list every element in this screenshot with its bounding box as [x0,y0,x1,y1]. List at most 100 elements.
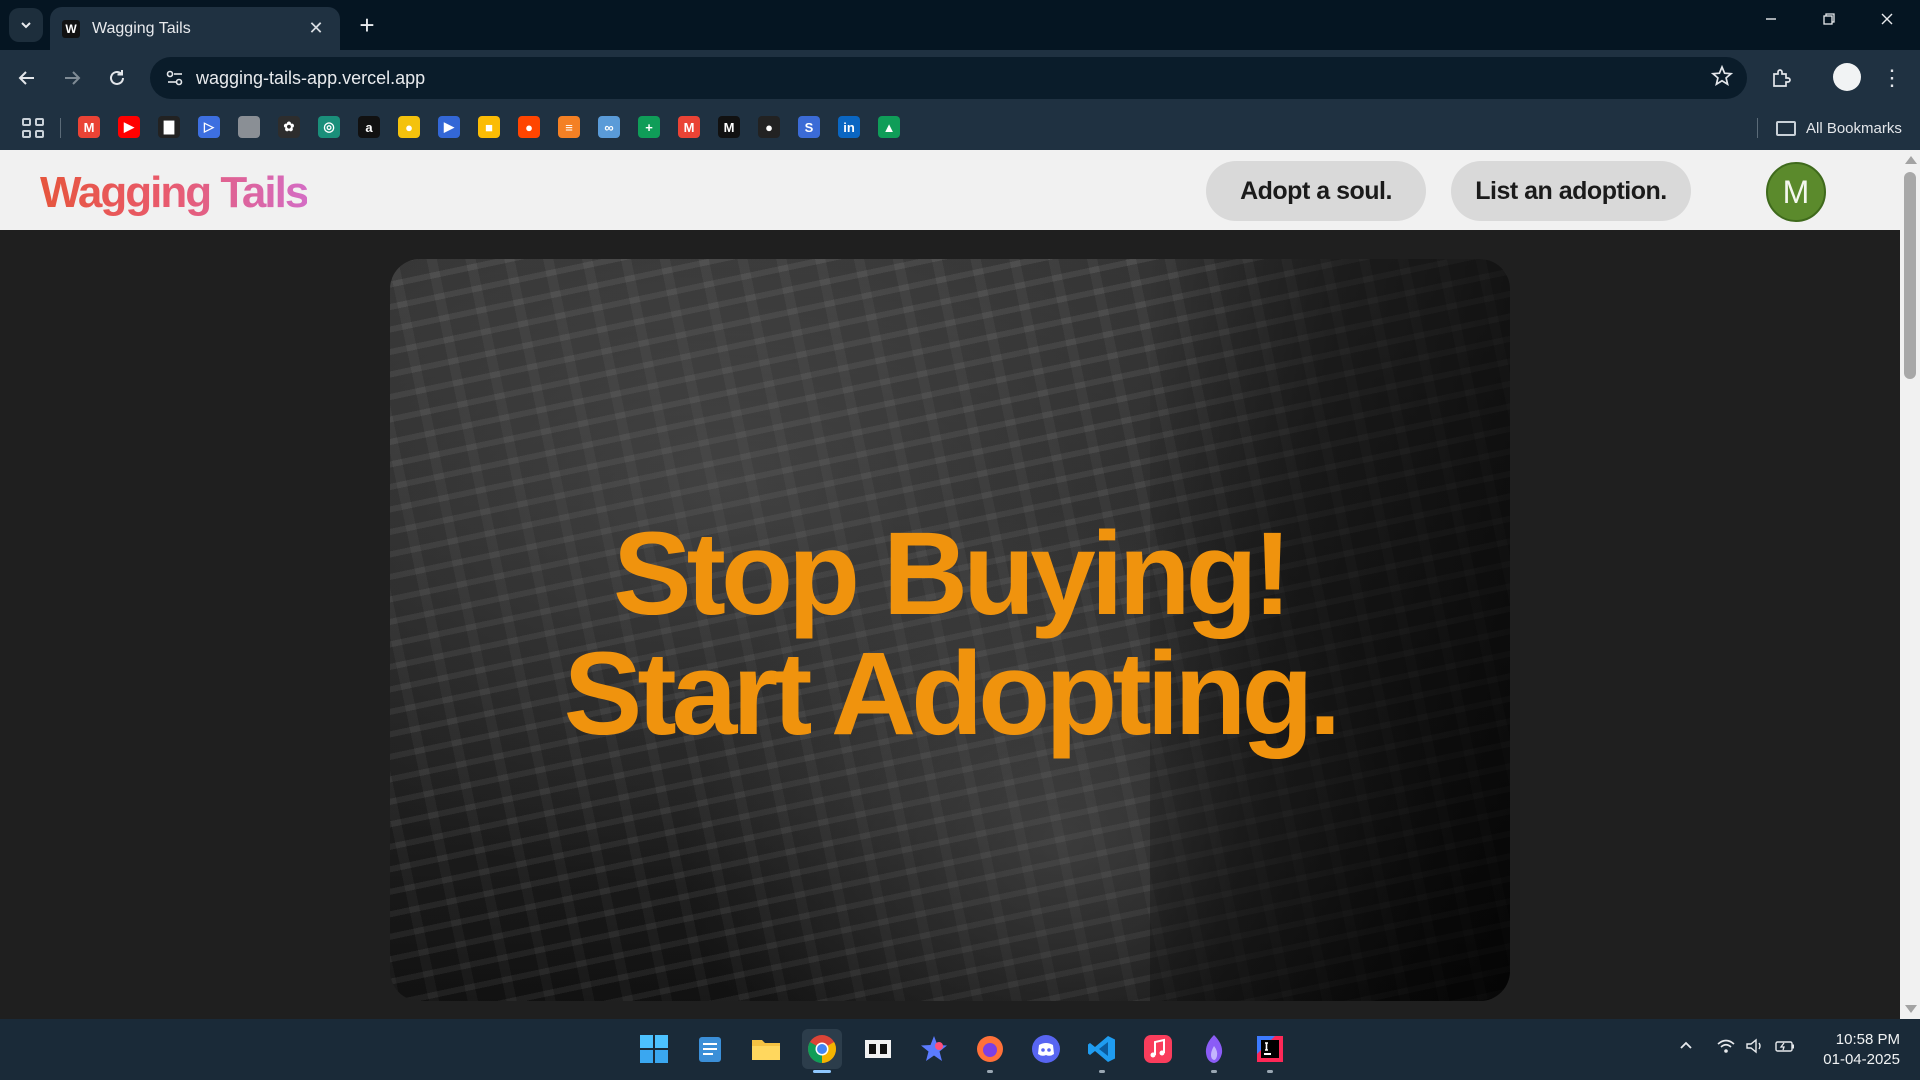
running-indicator [1267,1070,1273,1073]
site-info-icon[interactable] [160,63,190,93]
bookmark-app-4-icon[interactable]: ▷ [198,116,220,138]
restore-icon [1823,13,1835,25]
arrow-right-icon [65,71,81,85]
clock-date: 01-04-2025 [1823,1051,1900,1068]
hero-banner: Stop Buying! Start Adopting. [390,259,1510,1001]
bookmark-reddit-icon[interactable]: ● [518,116,540,138]
bookmark-linkedin-icon[interactable]: in [838,116,860,138]
site-header: Wagging Tails Adopt a soul. List an adop… [0,150,1900,230]
star-taskbar-app[interactable] [914,1029,954,1069]
apps-grid-icon[interactable] [20,116,44,140]
bookmark-app-14-icon[interactable]: ∞ [598,116,620,138]
intellij-icon [1257,1036,1283,1062]
all-bookmarks-button[interactable]: All Bookmarks [1776,115,1902,141]
music-taskbar-app[interactable] [1138,1029,1178,1069]
browser-toolbar: wagging-tails-app.vercel.app ⋮ [0,50,1920,106]
browser-tab[interactable]: W Wagging Tails ✕ [50,7,340,50]
running-indicator [1099,1070,1105,1073]
discord-icon [1032,1035,1060,1063]
star-app-icon [921,1036,947,1061]
bookmark-app-7-icon[interactable]: ◎ [318,116,340,138]
reload-button[interactable] [101,62,133,94]
bookmark-app-13-icon[interactable]: ≡ [558,116,580,138]
kebab-menu-icon[interactable]: ⋮ [1880,62,1904,94]
bookmark-star-icon[interactable] [1710,64,1734,93]
page-scrollbar[interactable] [1900,150,1920,1019]
dl-taskbar-app[interactable] [858,1029,898,1069]
folder-icon [752,1040,780,1060]
close-icon[interactable]: ✕ [304,18,328,39]
chrome-icon [808,1035,836,1063]
back-button[interactable] [11,62,43,94]
address-bar[interactable]: wagging-tails-app.vercel.app [150,57,1747,99]
bookmark-github-icon[interactable]: ● [758,116,780,138]
scroll-thumb[interactable] [1904,172,1916,379]
bookmark-app-11-icon[interactable]: ■ [478,116,500,138]
notepad-icon [699,1037,721,1062]
notepad-taskbar-app[interactable] [690,1029,730,1069]
tab-favicon-icon: W [62,19,80,38]
intellij-taskbar-app[interactable] [1250,1029,1290,1073]
extensions-button[interactable] [1765,62,1797,94]
bookmark-openai-icon[interactable]: ✿ [278,116,300,138]
minimize-button[interactable] [1742,2,1800,36]
discord-taskbar-app[interactable] [1026,1029,1066,1069]
hero-heading: Stop Buying! Start Adopting. [390,514,1510,754]
start-button[interactable] [634,1029,674,1069]
list-adoption-button[interactable]: List an adoption. [1451,161,1691,221]
restore-button[interactable] [1800,2,1858,36]
scroll-up-arrow-icon[interactable] [1905,156,1917,164]
chrome-taskbar-app[interactable] [802,1029,842,1073]
battery-icon[interactable] [1774,1037,1796,1060]
bookmark-youtube-icon[interactable]: ▶ [118,116,140,138]
running-indicator [987,1070,993,1073]
file-explorer-taskbar-app[interactable] [746,1029,786,1069]
tab-title: Wagging Tails [92,19,191,37]
bookmark-app-3-icon[interactable]: ▇ [158,116,180,138]
window-close-button[interactable] [1858,2,1916,36]
volume-icon[interactable] [1745,1037,1765,1060]
flame-icon [1205,1035,1223,1063]
flame-taskbar-app[interactable] [1194,1029,1234,1073]
firefox-icon [977,1036,1003,1062]
bookmark-app-15-icon[interactable]: + [638,116,660,138]
hero-line-1: Stop Buying! [612,508,1292,640]
adopt-button[interactable]: Adopt a soul. [1206,161,1426,221]
bookmark-app-9-icon[interactable]: ● [398,116,420,138]
clock-time: 10:58 PM [1835,1031,1900,1048]
system-clock[interactable]: 10:58 PM 01-04-2025 [1808,1030,1900,1070]
bookmarks-bar: M ▶ ▇ ▷ ✿ ◎ a ● ▶ ■ ● ≡ ∞ + M M ● Sin ▲ All Bookmarks [0,106,1920,150]
bookmarks-divider [60,118,61,138]
all-bookmarks-label: All Bookmarks [1806,119,1902,137]
vscode-taskbar-app[interactable] [1082,1029,1122,1073]
show-hidden-icons-icon[interactable] [1678,1037,1694,1058]
site-logo[interactable]: Wagging Tails [40,168,309,218]
close-icon [1881,13,1893,25]
arrow-left-icon [18,71,34,85]
forward-button[interactable] [56,62,88,94]
bookmark-gmail-2-icon[interactable]: M [678,116,700,138]
hero-line-2: Start Adopting. [563,628,1342,760]
dl-app-icon [865,1040,891,1058]
folder-icon [1776,120,1796,136]
bookmark-app-19-icon[interactable]: S [798,116,820,138]
minimize-icon [1766,18,1776,20]
bookmarks-divider [1757,118,1758,138]
url-text[interactable]: wagging-tails-app.vercel.app [196,68,425,89]
puzzle-icon [1773,69,1791,87]
running-indicator [1211,1070,1217,1073]
profile-avatar[interactable] [1833,63,1861,91]
user-avatar[interactable]: M [1766,162,1826,222]
bookmark-app-17-icon[interactable]: M [718,116,740,138]
wifi-icon[interactable] [1716,1037,1736,1060]
bookmark-google-drive-icon[interactable]: ▲ [878,116,900,138]
tab-search-button[interactable] [9,8,43,42]
new-tab-button[interactable]: + [352,10,382,40]
bookmark-gmail-icon[interactable]: M [78,116,100,138]
scroll-down-arrow-icon[interactable] [1905,1005,1917,1013]
windows-logo-icon [640,1035,668,1063]
bookmark-amazon-icon[interactable]: a [358,116,380,138]
bookmark-apple-icon[interactable] [238,116,260,138]
bookmark-app-10-icon[interactable]: ▶ [438,116,460,138]
firefox-taskbar-app[interactable] [970,1029,1010,1073]
